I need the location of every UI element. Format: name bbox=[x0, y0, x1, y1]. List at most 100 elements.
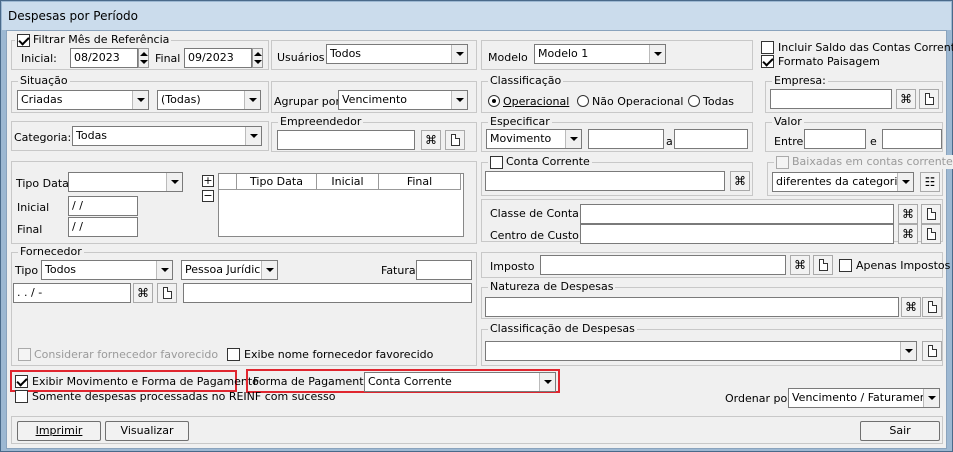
class-despesas-group: Classificação de Despesas bbox=[481, 322, 943, 366]
empreendedor-input[interactable] bbox=[277, 130, 415, 150]
visualizar-button[interactable]: Visualizar bbox=[105, 421, 189, 441]
nao-operacional-radio[interactable] bbox=[577, 95, 589, 107]
agrupar-label: Agrupar por: bbox=[274, 95, 344, 108]
categoria-select[interactable]: Todas bbox=[72, 126, 262, 146]
binoculars-icon[interactable]: ⌘ bbox=[901, 297, 921, 317]
final-spinner[interactable] bbox=[252, 48, 263, 68]
valor-from-input[interactable] bbox=[804, 129, 866, 149]
reinf-checkbox[interactable] bbox=[15, 390, 28, 403]
filtrar-checkbox[interactable] bbox=[17, 33, 30, 47]
binoculars-icon[interactable]: ⌘ bbox=[790, 255, 810, 275]
centro-custo-input[interactable] bbox=[580, 224, 894, 244]
formato-paisagem-checkbox[interactable] bbox=[761, 55, 774, 68]
new-document-icon[interactable] bbox=[157, 283, 177, 303]
fatura-input[interactable] bbox=[416, 260, 472, 280]
tipodata-inicial-input[interactable]: / / bbox=[68, 196, 138, 216]
considerar-checkbox[interactable] bbox=[18, 348, 31, 361]
new-document-icon[interactable] bbox=[919, 89, 939, 109]
tipodata-final-input[interactable]: / / bbox=[68, 217, 138, 237]
especificar-from-input[interactable] bbox=[588, 129, 664, 149]
especificar-to-input[interactable] bbox=[674, 129, 748, 149]
chevron-down-icon bbox=[539, 373, 555, 391]
binoculars-icon[interactable]: ⌘ bbox=[730, 171, 750, 191]
cnpj-input[interactable]: . . / - bbox=[13, 283, 131, 303]
sair-button[interactable]: Sair bbox=[860, 421, 940, 441]
new-document-icon[interactable] bbox=[445, 130, 465, 150]
nao-operacional-label: Não Operacional bbox=[592, 95, 684, 108]
filtrar-group: Filtrar Mês de Referência Inicial: 08/20… bbox=[11, 33, 269, 70]
categoria-group: Categoria: Todas bbox=[11, 121, 269, 151]
class-despesas-select[interactable] bbox=[485, 341, 917, 361]
inicial-input[interactable]: 08/2023 bbox=[70, 48, 138, 68]
baixadas-select[interactable]: diferentes da categoria de bbox=[772, 172, 914, 192]
forma-pagamento-label: Forma de Pagamento bbox=[253, 375, 371, 388]
inicial-spinner[interactable] bbox=[138, 48, 149, 68]
binoculars-icon[interactable]: ⌘ bbox=[896, 89, 916, 109]
new-document-icon[interactable] bbox=[921, 204, 941, 224]
remove-icon[interactable]: − bbox=[202, 190, 214, 202]
fornecedor-nome-input[interactable] bbox=[183, 283, 472, 303]
empresa-input[interactable] bbox=[770, 89, 892, 109]
especificar-select[interactable]: Movimento bbox=[486, 129, 582, 149]
apenas-impostos-checkbox[interactable] bbox=[839, 259, 852, 272]
usuarios-label: Usuários bbox=[277, 51, 325, 64]
baixadas-checkbox[interactable] bbox=[776, 155, 789, 169]
operacional-radio[interactable] bbox=[488, 95, 500, 107]
add-icon[interactable]: + bbox=[202, 175, 214, 187]
col-tipodata: Tipo Data bbox=[237, 174, 317, 190]
conta-corrente-input[interactable] bbox=[485, 171, 725, 191]
exibir-movimento-label: Exibir Movimento e Forma de Pagamento bbox=[32, 375, 259, 388]
new-document-icon[interactable] bbox=[922, 341, 942, 361]
incluir-saldo-checkbox[interactable] bbox=[761, 41, 774, 54]
fornecedor-tipo-select[interactable]: Todos bbox=[41, 260, 173, 280]
chevron-down-icon bbox=[451, 45, 467, 63]
chevron-down-icon bbox=[565, 130, 581, 148]
natureza-label: Natureza de Despesas bbox=[488, 280, 616, 294]
fornecedor-label: Fornecedor bbox=[18, 245, 84, 259]
fornecedor-tipo-label: Tipo bbox=[15, 264, 39, 277]
todas-radio[interactable] bbox=[688, 95, 700, 107]
new-document-icon[interactable] bbox=[921, 224, 941, 244]
exibe-nome-checkbox[interactable] bbox=[227, 348, 240, 361]
modelo-select[interactable]: Modelo 1 bbox=[534, 44, 666, 64]
ordenar-select[interactable]: Vencimento / Faturamento bbox=[788, 388, 940, 408]
binoculars-icon[interactable]: ⌘ bbox=[421, 130, 441, 150]
new-document-icon[interactable] bbox=[922, 297, 942, 317]
imprimir-button[interactable]: Imprimir bbox=[17, 421, 101, 441]
agrupar-select[interactable]: Vencimento bbox=[338, 90, 468, 110]
final-label: Final bbox=[155, 52, 181, 65]
conta-corrente-label: Conta Corrente bbox=[506, 155, 590, 168]
classe-conta-input[interactable] bbox=[580, 204, 894, 224]
chevron-down-icon bbox=[649, 45, 665, 63]
agrupar-group: Agrupar por: Vencimento bbox=[271, 81, 477, 113]
forma-pagamento-select[interactable]: Conta Corrente bbox=[364, 372, 556, 392]
final-input[interactable]: 09/2023 bbox=[184, 48, 252, 68]
binoculars-icon[interactable]: ⌘ bbox=[133, 283, 153, 303]
binoculars-icon[interactable]: ⌘ bbox=[898, 224, 918, 244]
valor-group: Valor Entre e bbox=[765, 115, 943, 152]
exibir-movimento-checkbox[interactable] bbox=[15, 375, 28, 388]
classe-conta-label: Classe de Conta bbox=[490, 207, 579, 220]
imposto-input[interactable] bbox=[540, 255, 786, 275]
operacional-label: Operacional bbox=[503, 95, 570, 108]
usuarios-select[interactable]: Todos bbox=[326, 44, 468, 64]
formato-paisagem-label: Formato Paisagem bbox=[778, 55, 880, 68]
settings-icon[interactable]: ☷ bbox=[920, 172, 940, 192]
tipodata-select[interactable] bbox=[68, 172, 183, 192]
binoculars-icon[interactable]: ⌘ bbox=[898, 204, 918, 224]
todas-label: Todas bbox=[703, 95, 735, 108]
conta-corrente-checkbox[interactable] bbox=[490, 155, 503, 169]
natureza-input[interactable] bbox=[485, 297, 899, 317]
chevron-down-icon bbox=[897, 173, 913, 191]
tipodata-inicial-label: Inicial bbox=[17, 201, 50, 214]
window: Despesas por Período Filtrar Mês de Refe… bbox=[0, 0, 953, 452]
pessoa-select[interactable]: Pessoa Jurídica bbox=[181, 260, 278, 280]
valor-label: Valor bbox=[772, 115, 804, 129]
situacao-todas-select[interactable]: (Todas) bbox=[157, 90, 261, 110]
usuarios-group: Usuários Todos bbox=[271, 40, 477, 70]
fornecedor-group: Fornecedor Tipo Todos Pessoa Jurídica Fa… bbox=[11, 245, 477, 366]
situacao-select[interactable]: Criadas bbox=[17, 90, 149, 110]
valor-to-input[interactable] bbox=[882, 129, 942, 149]
tipodata-label: Tipo Data: bbox=[16, 177, 73, 190]
new-document-icon[interactable] bbox=[813, 255, 833, 275]
